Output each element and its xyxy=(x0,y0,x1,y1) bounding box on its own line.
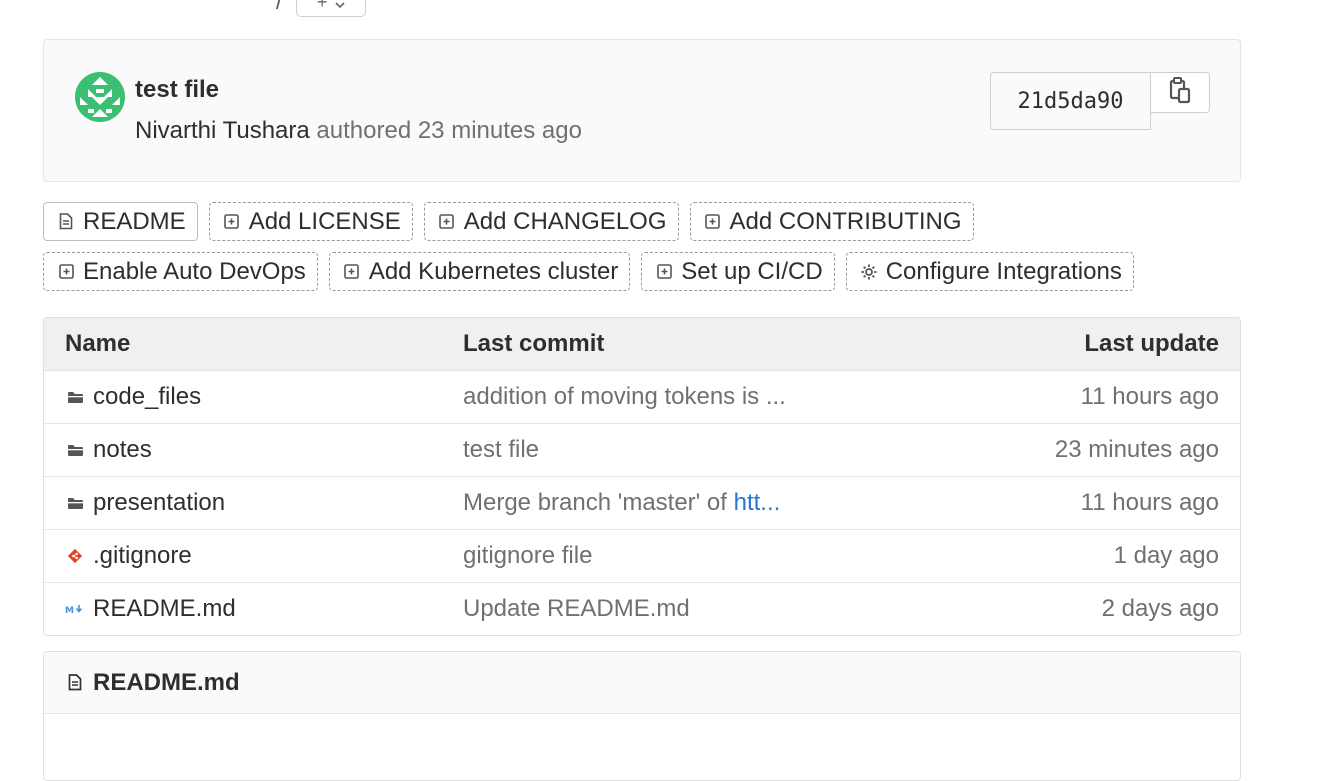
plus-square-icon xyxy=(57,263,75,281)
add-kubernetes-cluster-label: Add Kubernetes cluster xyxy=(368,257,619,285)
column-header-name: Name xyxy=(65,330,131,357)
file-name-cell: M README.md xyxy=(65,595,236,623)
folder-name-link[interactable]: notes xyxy=(93,436,152,464)
column-header-last-commit: Last commit xyxy=(463,330,605,357)
add-license-label: Add LICENSE xyxy=(248,207,401,235)
copy-sha-button[interactable] xyxy=(1151,72,1210,113)
add-contributing-button[interactable]: Add CONTRIBUTING xyxy=(689,202,974,241)
commit-title-link[interactable]: test file xyxy=(135,76,219,104)
plus-square-icon xyxy=(704,213,722,231)
file-name-cell: presentation xyxy=(65,489,225,517)
commit-sha-group: 21d5da90 xyxy=(990,72,1210,130)
last-update-time: 23 minutes ago xyxy=(1054,436,1219,463)
last-commit-link[interactable]: addition of moving tokens is ... xyxy=(463,383,786,411)
folder-icon xyxy=(65,387,85,407)
configure-integrations-label: Configure Integrations xyxy=(885,257,1122,285)
last-commit-box: test file Nivarthi Tushara authored 23 m… xyxy=(43,39,1241,182)
commit-url-link[interactable]: htt... xyxy=(734,489,781,516)
file-icon xyxy=(65,673,85,693)
add-license-button[interactable]: Add LICENSE xyxy=(208,202,413,241)
plus-square-icon xyxy=(438,213,456,231)
last-commit-link[interactable]: Merge branch 'master' of xyxy=(463,489,734,516)
breadcrumb-separator: / xyxy=(276,0,283,14)
commit-authored-time: authored 23 minutes ago xyxy=(316,117,582,144)
folder-icon xyxy=(65,493,85,513)
last-update-time: 2 days ago xyxy=(1101,595,1219,622)
chevron-down-icon xyxy=(335,0,345,13)
plus-icon: + xyxy=(316,0,328,12)
last-commit-cell: Merge branch 'master' of htt... xyxy=(463,489,780,517)
breadcrumb: / + xyxy=(276,0,367,18)
svg-text:M: M xyxy=(65,606,74,615)
add-changelog-label: Add CHANGELOG xyxy=(463,207,667,235)
file-icon xyxy=(57,213,75,231)
file-name-cell: code_files xyxy=(65,383,201,411)
set-up-ci-cd-button[interactable]: Set up CI/CD xyxy=(641,252,835,291)
readme-button[interactable]: README xyxy=(43,202,198,241)
column-header-last-update: Last update xyxy=(1084,330,1219,357)
commit-sha-label[interactable]: 21d5da90 xyxy=(990,72,1151,130)
project-shortcuts-row-2: Enable Auto DevOps Add Kubernetes cluste… xyxy=(43,252,1134,291)
file-tree-table: Name Last commit Last update code_files … xyxy=(43,317,1241,636)
table-row[interactable]: code_files addition of moving tokens is … xyxy=(44,370,1240,423)
file-name-link[interactable]: .gitignore xyxy=(93,542,192,570)
last-update-time: 11 hours ago xyxy=(1080,489,1219,516)
clipboard-icon xyxy=(1169,76,1191,109)
readme-title-link[interactable]: README.md xyxy=(93,669,240,697)
configure-integrations-button[interactable]: Configure Integrations xyxy=(845,252,1134,291)
last-commit-link[interactable]: gitignore file xyxy=(463,542,592,570)
avatar[interactable] xyxy=(75,72,125,122)
enable-auto-devops-label: Enable Auto DevOps xyxy=(83,257,306,285)
folder-name-link[interactable]: code_files xyxy=(93,383,201,411)
add-to-tree-dropdown[interactable]: + xyxy=(296,0,367,17)
table-row[interactable]: M README.md Update README.md 2 days ago xyxy=(44,582,1240,635)
file-name-cell: notes xyxy=(65,436,152,464)
last-update-time: 1 day ago xyxy=(1113,542,1219,569)
commit-author-link[interactable]: Nivarthi Tushara xyxy=(135,117,310,144)
add-contributing-label: Add CONTRIBUTING xyxy=(729,207,962,235)
plus-square-icon xyxy=(655,263,673,281)
add-changelog-button[interactable]: Add CHANGELOG xyxy=(423,202,679,241)
folder-icon xyxy=(65,440,85,460)
table-row[interactable]: .gitignore gitignore file 1 day ago xyxy=(44,529,1240,582)
readme-header: README.md xyxy=(44,652,1240,714)
git-icon xyxy=(65,546,85,566)
last-update-time: 11 hours ago xyxy=(1080,383,1219,410)
file-tree-header: Name Last commit Last update xyxy=(44,318,1240,370)
project-shortcuts-row-1: README Add LICENSE Add CHANGELOG Add CON… xyxy=(43,202,974,241)
gear-icon xyxy=(860,263,878,281)
markdown-icon: M xyxy=(65,599,85,619)
file-name-link[interactable]: README.md xyxy=(93,595,236,623)
commit-meta: Nivarthi Tushara authored 23 minutes ago xyxy=(135,117,582,145)
readme-button-label: README xyxy=(83,207,186,235)
plus-square-icon xyxy=(223,213,241,231)
file-name-cell: .gitignore xyxy=(65,542,192,570)
table-row[interactable]: notes test file 23 minutes ago xyxy=(44,423,1240,476)
plus-square-icon xyxy=(343,263,361,281)
last-commit-link[interactable]: test file xyxy=(463,436,539,464)
folder-name-link[interactable]: presentation xyxy=(93,489,225,517)
add-kubernetes-cluster-button[interactable]: Add Kubernetes cluster xyxy=(328,252,631,291)
enable-auto-devops-button[interactable]: Enable Auto DevOps xyxy=(43,252,318,291)
last-commit-link[interactable]: Update README.md xyxy=(463,595,690,623)
set-up-ci-cd-label: Set up CI/CD xyxy=(681,257,823,285)
table-row[interactable]: presentation Merge branch 'master' of ht… xyxy=(44,476,1240,529)
